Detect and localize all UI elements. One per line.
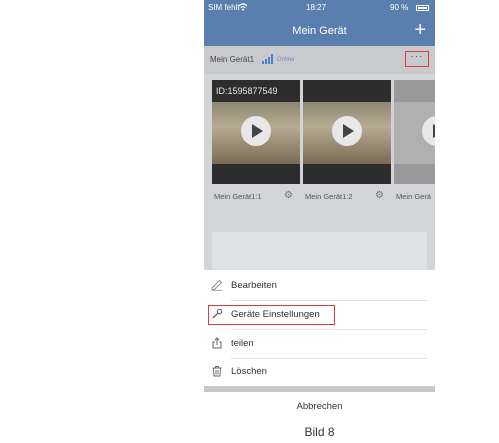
more-options-button[interactable]: ··· xyxy=(405,51,429,67)
camera-card[interactable]: ID:1595877549 Mein Gerät1:1 ⚙ xyxy=(212,80,300,201)
camera-thumbnail xyxy=(303,80,391,184)
phone-screen: SIM fehlt 18:27 90 % Mein Gerät + Mein G… xyxy=(204,0,435,421)
camera-label: Mein Gerä xyxy=(396,192,432,200)
cancel-button[interactable]: Abbrechen xyxy=(204,392,435,421)
play-icon[interactable] xyxy=(241,116,271,146)
wrench-icon xyxy=(210,308,224,322)
camera-card[interactable]: Mein Gerä xyxy=(394,80,435,200)
camera-card[interactable]: Mein Gerät1:2 ⚙ xyxy=(303,80,391,201)
gear-icon[interactable]: ⚙ xyxy=(284,190,293,201)
menu-item-label: Geräte Einstellungen xyxy=(231,309,320,320)
signal-icon xyxy=(262,54,274,64)
menu-item-share[interactable]: teilen xyxy=(204,330,435,359)
menu-item-label: Bearbeiten xyxy=(231,280,277,291)
trash-icon xyxy=(210,365,224,379)
carrier-text: SIM fehlt xyxy=(208,3,240,12)
play-icon[interactable] xyxy=(332,116,362,146)
menu-item-edit[interactable]: Bearbeiten xyxy=(204,272,435,301)
camera-id: ID:1595877549 xyxy=(216,86,278,96)
share-icon xyxy=(210,337,224,351)
camera-label: Mein Gerät1:2 xyxy=(305,192,353,201)
time-text: 18:27 xyxy=(306,3,327,12)
menu-item-label: Löschen xyxy=(231,366,267,377)
pencil-icon xyxy=(210,279,224,293)
device-header: Mein Gerät1 Online ··· xyxy=(204,46,435,74)
empty-card xyxy=(212,232,427,270)
page-title: Mein Gerät xyxy=(292,25,347,37)
figure-caption: Bild 8 xyxy=(304,425,335,439)
gear-icon[interactable]: ⚙ xyxy=(375,190,384,201)
device-name: Mein Gerät1 xyxy=(210,55,255,64)
menu-item-label: teilen xyxy=(231,338,254,349)
battery-text: 90 % xyxy=(390,3,409,12)
camera-thumbnail: ID:1595877549 xyxy=(212,80,300,184)
device-list: Mein Gerät1 Online ··· ID:1595877549 Mei… xyxy=(204,46,435,270)
camera-thumbnail xyxy=(394,80,435,184)
wifi-icon xyxy=(238,3,248,13)
navigation-bar: Mein Gerät + xyxy=(204,17,435,46)
menu-item-device-settings[interactable]: Geräte Einstellungen xyxy=(204,301,435,330)
menu-item-delete[interactable]: Löschen xyxy=(204,358,435,387)
camera-label: Mein Gerät1:1 xyxy=(214,192,262,201)
action-sheet: Bearbeiten Geräte Einstellungen teilen L… xyxy=(204,270,435,386)
cancel-label: Abbrechen xyxy=(296,401,343,412)
online-status: Online xyxy=(277,57,295,63)
add-icon[interactable]: + xyxy=(414,20,426,40)
battery-icon xyxy=(416,5,429,11)
status-bar: SIM fehlt 18:27 90 % xyxy=(204,0,435,17)
